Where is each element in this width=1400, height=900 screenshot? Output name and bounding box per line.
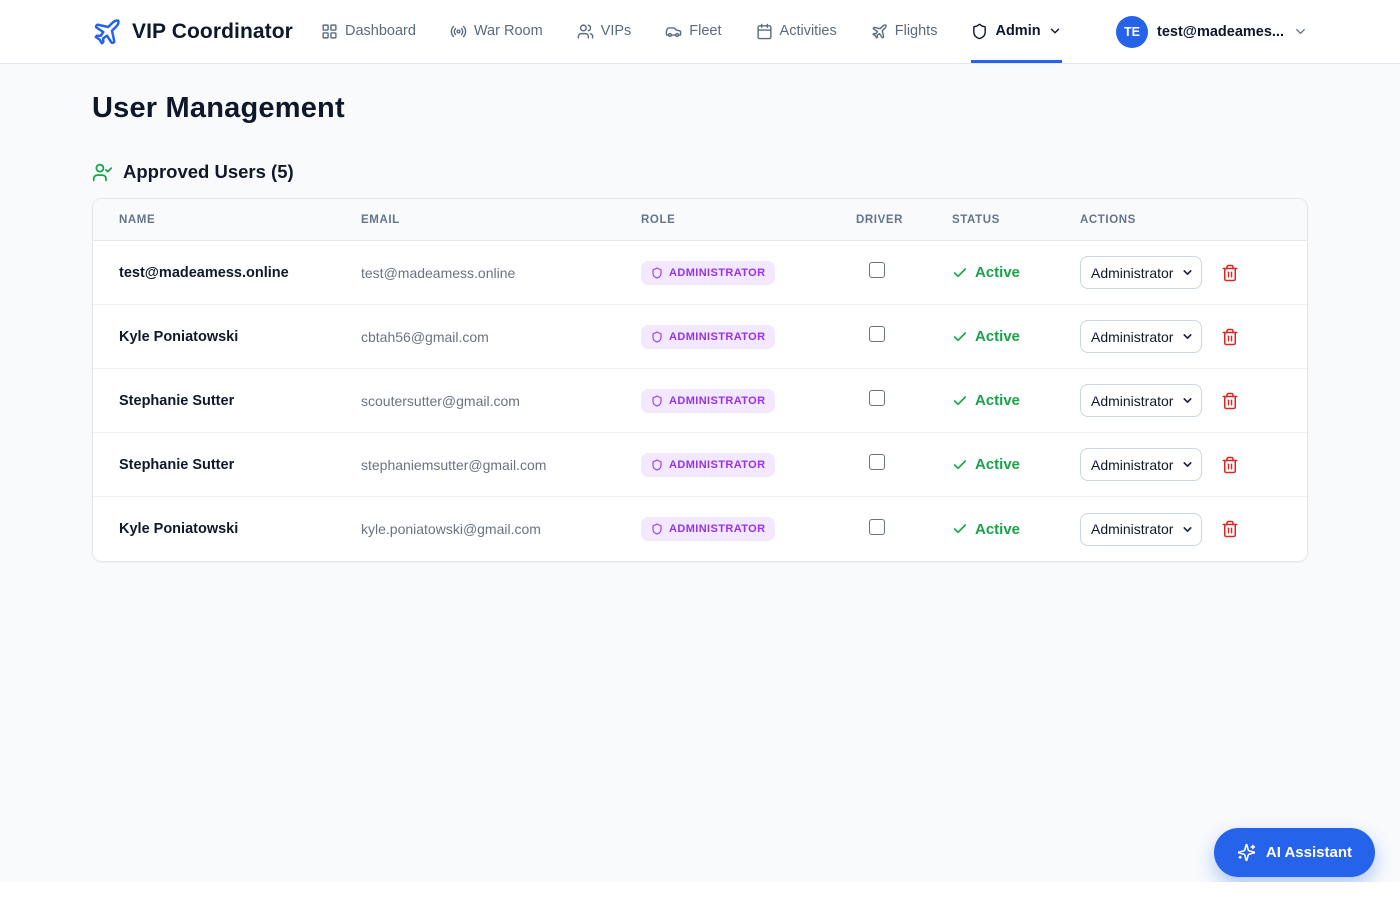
role-badge: ADMINISTRATOR bbox=[641, 453, 775, 477]
nav-item-fleet[interactable]: Fleet bbox=[665, 0, 721, 63]
nav-item-war-room[interactable]: War Room bbox=[450, 0, 543, 63]
brand[interactable]: VIP Coordinator bbox=[92, 17, 293, 47]
header-email: Email bbox=[361, 214, 641, 226]
user-check-icon bbox=[92, 162, 113, 183]
shield-icon bbox=[651, 459, 663, 471]
user-name: Stephanie Sutter bbox=[119, 393, 361, 409]
role-select[interactable]: Administrator bbox=[1080, 320, 1202, 353]
users-icon bbox=[577, 23, 594, 40]
delete-user-button[interactable] bbox=[1221, 392, 1239, 410]
header-driver: Driver bbox=[856, 214, 952, 226]
user-email: cbtah56@gmail.com bbox=[361, 329, 641, 345]
chevron-down-icon bbox=[1293, 24, 1308, 39]
page-title: User Management bbox=[92, 92, 1308, 125]
driver-checkbox[interactable] bbox=[869, 326, 885, 342]
user-email: scoutersutter@gmail.com bbox=[361, 393, 641, 409]
role-select[interactable]: Administrator bbox=[1080, 513, 1202, 546]
driver-checkbox[interactable] bbox=[869, 519, 885, 535]
check-icon bbox=[952, 265, 968, 281]
user-name: test@madeamess.online bbox=[119, 265, 361, 281]
table-row: Stephanie Sutter stephaniemsutter@gmail.… bbox=[93, 433, 1307, 497]
shield-icon bbox=[651, 267, 663, 279]
header-actions: Actions bbox=[1080, 214, 1281, 226]
user-email-label: test@madeames... bbox=[1157, 24, 1284, 40]
nav-item-dashboard[interactable]: Dashboard bbox=[321, 0, 416, 63]
avatar: TE bbox=[1116, 16, 1148, 48]
header-role: Role bbox=[641, 214, 856, 226]
role-select[interactable]: Administrator bbox=[1080, 448, 1202, 481]
table-header-row: Name Email Role Driver Status Actions bbox=[93, 199, 1307, 241]
role-select[interactable]: Administrator bbox=[1080, 384, 1202, 417]
shield-icon bbox=[651, 331, 663, 343]
brand-plane-icon bbox=[92, 17, 122, 47]
role-badge: ADMINISTRATOR bbox=[641, 389, 775, 413]
role-select[interactable]: Administrator bbox=[1080, 256, 1202, 289]
check-icon bbox=[952, 457, 968, 473]
role-badge: ADMINISTRATOR bbox=[641, 261, 775, 285]
status-badge: Active bbox=[952, 392, 1080, 409]
header-name: Name bbox=[119, 214, 361, 226]
shield-icon bbox=[651, 523, 663, 535]
main-nav: Dashboard War Room VIPs Fleet Activities… bbox=[321, 0, 1062, 63]
shield-icon bbox=[971, 23, 988, 40]
nav-item-flights[interactable]: Flights bbox=[871, 0, 938, 63]
nav-item-activities[interactable]: Activities bbox=[756, 0, 837, 63]
trash-icon bbox=[1221, 456, 1239, 474]
ai-assistant-button[interactable]: AI Assistant bbox=[1214, 828, 1375, 877]
brand-title: VIP Coordinator bbox=[132, 20, 293, 44]
user-email: stephaniemsutter@gmail.com bbox=[361, 457, 641, 473]
calendar-icon bbox=[756, 23, 773, 40]
dashboard-grid-icon bbox=[321, 23, 338, 40]
nav-item-admin[interactable]: Admin bbox=[971, 0, 1061, 63]
user-name: Stephanie Sutter bbox=[119, 457, 361, 473]
footer-strip bbox=[0, 882, 1400, 900]
main-content: User Management Approved Users (5) Name … bbox=[92, 92, 1308, 562]
trash-icon bbox=[1221, 392, 1239, 410]
user-email: kyle.poniatowski@gmail.com bbox=[361, 521, 641, 537]
status-badge: Active bbox=[952, 521, 1080, 538]
car-icon bbox=[665, 23, 682, 40]
table-body: test@madeamess.online test@madeamess.onl… bbox=[93, 241, 1307, 561]
nav-item-vips[interactable]: VIPs bbox=[577, 0, 632, 63]
user-name: Kyle Poniatowski bbox=[119, 521, 361, 537]
section-title: Approved Users (5) bbox=[123, 161, 294, 183]
users-table: Name Email Role Driver Status Actions te… bbox=[92, 198, 1308, 562]
table-row: test@madeamess.online test@madeamess.onl… bbox=[93, 241, 1307, 305]
table-row: Kyle Poniatowski cbtah56@gmail.com ADMIN… bbox=[93, 305, 1307, 369]
driver-checkbox[interactable] bbox=[869, 262, 885, 278]
user-email: test@madeamess.online bbox=[361, 265, 641, 281]
user-menu[interactable]: TE test@madeames... bbox=[1116, 16, 1308, 48]
user-name: Kyle Poniatowski bbox=[119, 329, 361, 345]
driver-checkbox[interactable] bbox=[869, 454, 885, 470]
broadcast-icon bbox=[450, 23, 467, 40]
header-status: Status bbox=[952, 214, 1080, 226]
sparkles-icon bbox=[1237, 843, 1256, 862]
delete-user-button[interactable] bbox=[1221, 264, 1239, 282]
driver-checkbox[interactable] bbox=[869, 390, 885, 406]
shield-icon bbox=[651, 395, 663, 407]
status-badge: Active bbox=[952, 328, 1080, 345]
status-badge: Active bbox=[952, 456, 1080, 473]
table-row: Kyle Poniatowski kyle.poniatowski@gmail.… bbox=[93, 497, 1307, 561]
check-icon bbox=[952, 329, 968, 345]
role-badge: ADMINISTRATOR bbox=[641, 517, 775, 541]
role-badge: ADMINISTRATOR bbox=[641, 325, 775, 349]
trash-icon bbox=[1221, 520, 1239, 538]
section-header: Approved Users (5) bbox=[92, 161, 1308, 183]
status-badge: Active bbox=[952, 264, 1080, 281]
check-icon bbox=[952, 521, 968, 537]
top-nav: VIP Coordinator Dashboard War Room VIPs … bbox=[0, 0, 1400, 64]
trash-icon bbox=[1221, 264, 1239, 282]
table-row: Stephanie Sutter scoutersutter@gmail.com… bbox=[93, 369, 1307, 433]
trash-icon bbox=[1221, 328, 1239, 346]
plane-icon bbox=[871, 23, 888, 40]
delete-user-button[interactable] bbox=[1221, 520, 1239, 538]
delete-user-button[interactable] bbox=[1221, 328, 1239, 346]
check-icon bbox=[952, 393, 968, 409]
chevron-down-icon bbox=[1048, 24, 1062, 38]
delete-user-button[interactable] bbox=[1221, 456, 1239, 474]
